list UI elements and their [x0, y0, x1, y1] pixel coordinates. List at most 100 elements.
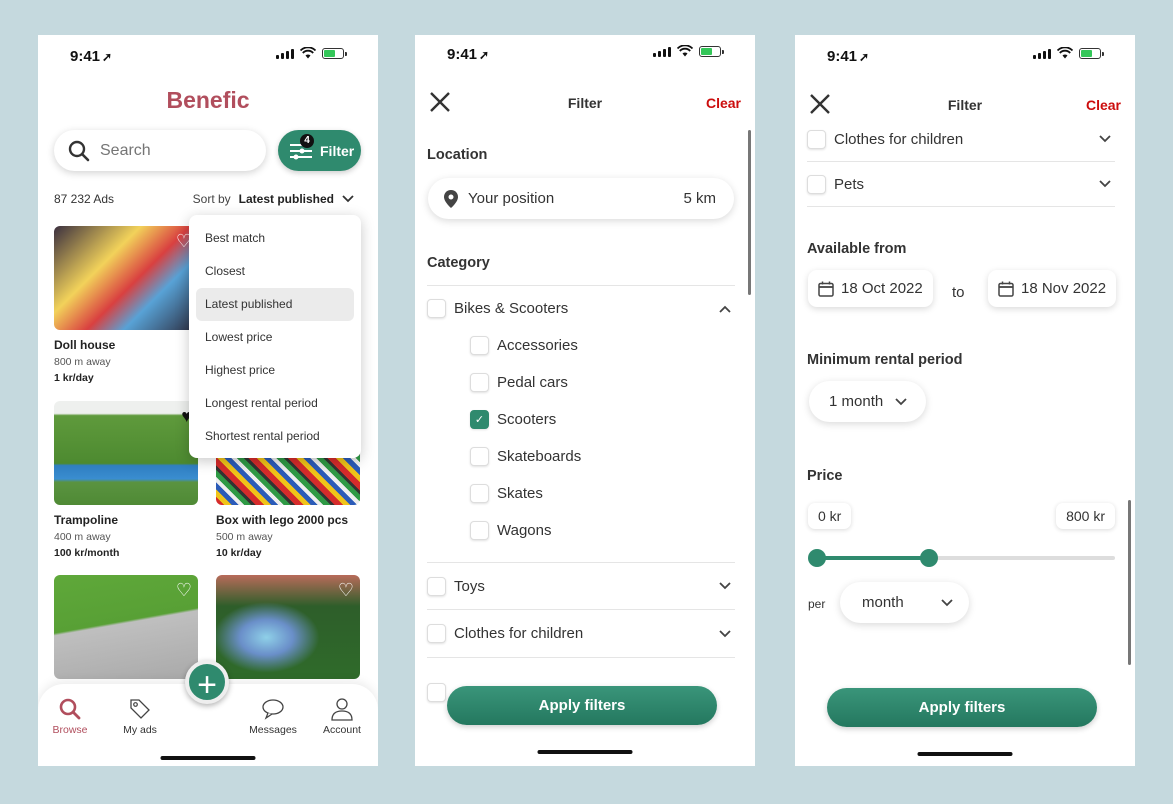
scrollbar[interactable]	[1128, 500, 1131, 665]
category-row-pets[interactable]: Pets	[807, 162, 1115, 207]
subcategory-row-wagons[interactable]: Wagons	[470, 512, 551, 549]
chevron-down-icon[interactable]	[719, 629, 731, 638]
subcategory-label: Accessories	[497, 337, 578, 354]
chevron-down-icon	[941, 598, 953, 606]
tab-account[interactable]: Account	[310, 696, 374, 736]
search-input[interactable]	[100, 141, 240, 160]
ad-distance: 400 m away	[54, 531, 111, 543]
ad-card[interactable]: ♡ Giant soap bubble kit	[216, 575, 360, 701]
price-max-label: 800 kr	[1056, 503, 1115, 529]
ad-image-trampoline: ♥	[54, 401, 198, 505]
tab-label: Messages	[249, 724, 297, 736]
chevron-down-icon[interactable]	[1099, 180, 1111, 188]
checkbox[interactable]	[470, 336, 489, 355]
subcategory-label: Pedal cars	[497, 374, 568, 391]
sort-selector[interactable]: Sort by Latest published	[193, 192, 354, 206]
sort-option-latest-published[interactable]: Latest published	[196, 288, 354, 321]
home-indicator	[917, 752, 1013, 756]
filter-header: Filter Clear	[415, 87, 755, 119]
ad-title: Trampoline	[54, 513, 119, 527]
battery-icon	[1079, 47, 1104, 59]
min-rental-value: 1 month	[829, 393, 884, 410]
checkbox[interactable]	[470, 521, 489, 540]
checkbox[interactable]	[470, 447, 489, 466]
subcategory-row-accessories[interactable]: Accessories	[470, 327, 578, 364]
sort-option-lowest-price[interactable]: Lowest price	[196, 321, 354, 354]
checkbox[interactable]	[807, 129, 826, 149]
apply-filters-button[interactable]: Apply filters	[827, 688, 1097, 727]
ad-price: 1 kr/day	[54, 372, 94, 384]
price-min-label: 0 kr	[808, 503, 852, 529]
search-icon	[59, 698, 81, 720]
chevron-down-icon[interactable]	[719, 582, 731, 590]
category-row-clothes[interactable]: Clothes for children	[427, 610, 735, 658]
ad-card[interactable]: ♡ Stroller	[54, 575, 198, 701]
price-slider-min-thumb[interactable]	[808, 549, 826, 567]
subcategory-row-scooters[interactable]: ✓ Scooters	[470, 401, 556, 438]
checkbox[interactable]	[470, 484, 489, 503]
chevron-down-icon[interactable]	[1099, 135, 1111, 143]
category-row-bikes-scooters[interactable]: Bikes & Scooters	[427, 285, 735, 331]
status-time: 9:41 ➚	[827, 48, 870, 65]
ad-card[interactable]: ♥ Trampoline 400 m away 100 kr/month	[54, 401, 198, 559]
date-to-field[interactable]: 18 Nov 2022	[988, 270, 1117, 307]
chevron-up-icon[interactable]	[719, 305, 731, 313]
checkbox[interactable]	[427, 624, 446, 643]
tab-my-ads[interactable]: My ads	[108, 696, 172, 736]
min-rental-select[interactable]: 1 month	[809, 381, 926, 422]
sort-option-best-match[interactable]: Best match	[196, 222, 354, 255]
price-period-select[interactable]: month	[840, 582, 969, 623]
checkbox[interactable]	[427, 576, 446, 596]
filter-button[interactable]: 4 Filter	[278, 130, 361, 171]
tab-label: My ads	[123, 724, 157, 736]
clear-button[interactable]: Clear	[1086, 97, 1121, 113]
ad-title: Doll house	[54, 338, 116, 352]
person-icon	[331, 698, 353, 721]
heart-icon[interactable]: ♡	[338, 580, 354, 601]
add-ad-button[interactable]: +	[185, 660, 229, 704]
scrollbar[interactable]	[748, 130, 751, 295]
ad-card[interactable]: ♡ Doll house 800 m away 1 kr/day	[54, 226, 198, 384]
category-row-toys[interactable]: Toys	[427, 562, 735, 610]
sort-option-closest[interactable]: Closest	[196, 255, 354, 288]
checkbox[interactable]	[470, 373, 489, 392]
clear-button[interactable]: Clear	[706, 95, 741, 111]
price-slider-max-thumb[interactable]	[919, 549, 938, 567]
date-from-field[interactable]: 18 Oct 2022	[808, 270, 933, 307]
filter-button-label: Filter	[320, 142, 355, 159]
filter-screen-bottom: 9:41 ➚ Clothes for children Filter Clear …	[795, 35, 1135, 766]
checkbox-checked[interactable]: ✓	[470, 410, 489, 429]
status-bar: 9:41 ➚	[795, 35, 1135, 79]
sort-dropdown: Best match Closest Latest published Lowe…	[189, 215, 361, 458]
category-label: Toys	[454, 577, 485, 595]
ad-price: 100 kr/month	[54, 547, 120, 559]
location-arrow-icon: ➚	[479, 48, 490, 62]
per-label: per	[808, 597, 826, 611]
signal-icon	[1033, 48, 1051, 59]
search-field[interactable]	[54, 130, 266, 171]
location-field[interactable]: Your position 5 km	[428, 178, 734, 219]
wifi-icon	[1057, 47, 1073, 59]
checkbox[interactable]	[427, 682, 446, 702]
app-logo: Benefic	[166, 87, 250, 113]
category-label: Bikes & Scooters	[454, 300, 569, 317]
ad-image-bubbles: ♡	[216, 575, 360, 679]
checkbox[interactable]	[807, 174, 826, 194]
location-title: Location	[427, 147, 488, 163]
sort-option-highest-price[interactable]: Highest price	[196, 354, 354, 387]
home-indicator	[537, 750, 633, 754]
price-slider[interactable]	[808, 549, 1115, 567]
sort-option-shortest-rental[interactable]: Shortest rental period	[196, 420, 354, 453]
sort-value: Latest published	[238, 192, 334, 206]
checkbox[interactable]	[427, 299, 446, 318]
ad-count: 87 232 Ads	[54, 192, 115, 206]
subcategory-row-skates[interactable]: Skates	[470, 475, 543, 512]
ad-price: 10 kr/day	[216, 547, 262, 559]
sort-option-longest-rental[interactable]: Longest rental period	[196, 387, 354, 420]
subcategory-row-pedal-cars[interactable]: Pedal cars	[470, 364, 568, 401]
apply-filters-button[interactable]: Apply filters	[447, 686, 717, 725]
tab-messages[interactable]: Messages	[241, 696, 305, 736]
tab-browse[interactable]: Browse	[38, 696, 102, 736]
subcategory-row-skateboards[interactable]: Skateboards	[470, 438, 581, 475]
heart-icon[interactable]: ♡	[176, 580, 192, 601]
